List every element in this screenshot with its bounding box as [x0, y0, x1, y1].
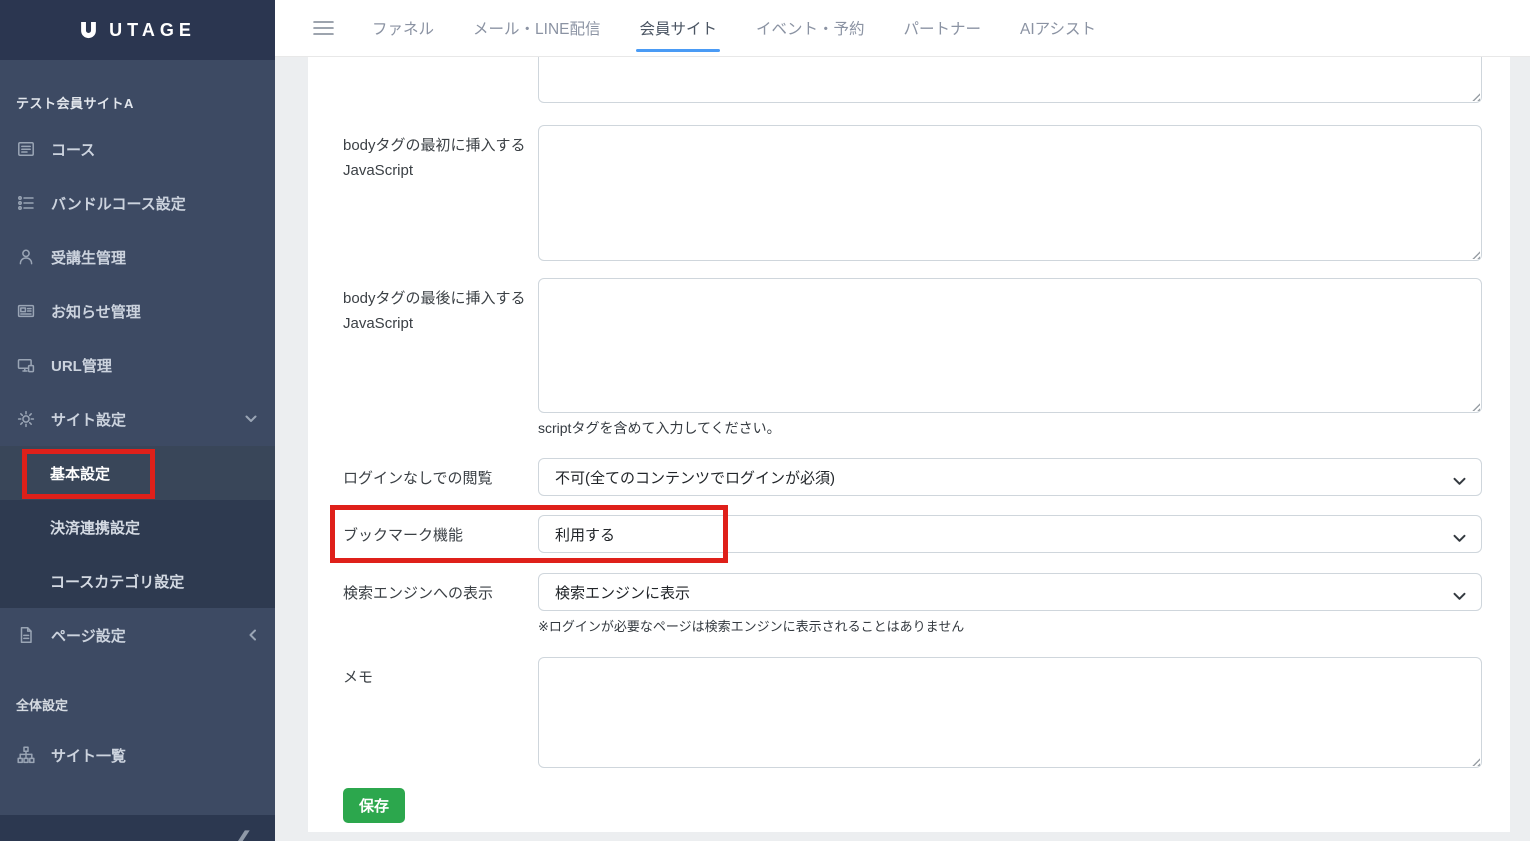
- memo-textarea[interactable]: [538, 657, 1482, 768]
- sitemap-icon: [16, 746, 36, 764]
- page-icon: [16, 626, 36, 644]
- gear-icon: [16, 410, 36, 428]
- tab-mail-line[interactable]: メール・LINE配信: [472, 11, 601, 45]
- sidebar-item-label: URL管理: [51, 355, 112, 376]
- head-js-textarea[interactable]: [538, 57, 1482, 103]
- form-row-head-js: [343, 57, 1482, 103]
- form-row-body-start-js: bodyタグの最初に挿入するJavaScript: [343, 125, 1482, 261]
- collapse-sidebar-icon: ❮: [235, 829, 253, 841]
- sidebar-item-label: サイト一覧: [51, 745, 126, 766]
- chevron-left-icon: [249, 629, 257, 641]
- body-start-js-textarea[interactable]: [538, 125, 1482, 261]
- submenu-item-course-category-settings[interactable]: コースカテゴリ設定: [0, 554, 275, 608]
- body-start-js-label: bodyタグの最初に挿入するJavaScript: [343, 125, 538, 261]
- sidebar-item-url-management[interactable]: URL管理: [0, 338, 275, 392]
- save-button[interactable]: 保存: [343, 788, 405, 823]
- body-end-js-label: bodyタグの最後に挿入するJavaScript: [343, 278, 538, 438]
- content-area: bodyタグの最初に挿入するJavaScript bodyタグの最後に挿入するJ…: [275, 57, 1530, 841]
- settings-form-card: bodyタグの最初に挿入するJavaScript bodyタグの最後に挿入するJ…: [308, 57, 1510, 832]
- sidebar-section-global-settings: 全体設定: [0, 662, 275, 714]
- form-row-body-end-js: bodyタグの最後に挿入するJavaScript scriptタグを含めて入力し…: [343, 278, 1482, 438]
- sidebar-item-label: コース: [51, 139, 95, 160]
- login-view-select[interactable]: 不可(全てのコンテンツでログインが必須): [538, 458, 1482, 496]
- chevron-down-icon: [1453, 530, 1466, 547]
- sidebar-item-label: ページ設定: [51, 625, 126, 646]
- search-engine-selected-value: 検索エンジンに表示: [555, 582, 690, 603]
- sidebar-item-site-list[interactable]: サイト一覧: [0, 728, 275, 782]
- current-site-name: テスト会員サイトA: [0, 60, 275, 112]
- sidebar-item-label: お知らせ管理: [51, 301, 141, 322]
- chevron-down-icon: [245, 415, 257, 423]
- submenu-item-payment-settings[interactable]: 決済連携設定: [0, 500, 275, 554]
- course-icon: [16, 140, 36, 158]
- tab-funnel[interactable]: ファネル: [371, 11, 435, 45]
- sidebar-nav: コース バンドルコース設定 受講生管理 お知らせ管理: [0, 122, 275, 782]
- submenu-item-label: コースカテゴリ設定: [50, 571, 184, 592]
- bundle-list-icon: [16, 194, 36, 212]
- login-view-selected-value: 不可(全てのコンテンツでログインが必須): [555, 467, 835, 488]
- app-root: UTAGE テスト会員サイトA コース バンドルコース設定 受講生管理: [0, 0, 1530, 841]
- submenu-item-label: 基本設定: [50, 463, 110, 484]
- bookmark-label: ブックマーク機能: [343, 515, 538, 553]
- search-engine-select[interactable]: 検索エンジンに表示: [538, 573, 1482, 611]
- tab-ai-assist[interactable]: AIアシスト: [1019, 11, 1097, 45]
- sidebar-item-label: バンドルコース設定: [51, 193, 186, 214]
- search-engine-hint: ※ログインが必要なページは検索エンジンに表示されることはありません: [538, 616, 1482, 635]
- user-icon: [16, 248, 36, 266]
- sidebar-item-label: サイト設定: [51, 409, 126, 430]
- sidebar-item-site-settings[interactable]: サイト設定: [0, 392, 275, 446]
- bookmark-select[interactable]: 利用する: [538, 515, 1482, 553]
- sidebar-item-announcements[interactable]: お知らせ管理: [0, 284, 275, 338]
- sidebar-item-label: 受講生管理: [51, 247, 126, 268]
- form-row-memo: メモ: [343, 657, 1482, 768]
- devices-icon: [16, 356, 36, 374]
- sidebar-item-course[interactable]: コース: [0, 122, 275, 176]
- body-end-js-hint: scriptタグを含めて入力してください。: [538, 418, 1482, 438]
- utage-logo[interactable]: UTAGE: [0, 0, 275, 60]
- memo-label: メモ: [343, 657, 538, 768]
- submenu-item-label: 決済連携設定: [50, 517, 140, 538]
- sidebar-item-students[interactable]: 受講生管理: [0, 230, 275, 284]
- utage-logo-icon: [79, 22, 98, 39]
- form-row-login-view: ログインなしでの閲覧 不可(全てのコンテンツでログインが必須): [343, 458, 1482, 496]
- utage-logo-text: UTAGE: [109, 20, 196, 41]
- form-label-empty: [343, 57, 538, 103]
- chevron-down-icon: [1453, 473, 1466, 490]
- body-end-js-textarea[interactable]: [538, 278, 1482, 413]
- login-view-label: ログインなしでの閲覧: [343, 458, 538, 496]
- site-settings-submenu: 基本設定 決済連携設定 コースカテゴリ設定: [0, 446, 275, 608]
- tab-member-site[interactable]: 会員サイト: [638, 11, 718, 45]
- sidebar: UTAGE テスト会員サイトA コース バンドルコース設定 受講生管理: [0, 0, 275, 841]
- tab-partner[interactable]: パートナー: [903, 11, 983, 45]
- sidebar-collapse-bar[interactable]: ❮: [0, 815, 275, 841]
- form-row-bookmark: ブックマーク機能 利用する: [343, 515, 1482, 553]
- menu-icon[interactable]: [313, 20, 334, 36]
- newspaper-icon: [16, 302, 36, 320]
- tab-event-booking[interactable]: イベント・予約: [755, 11, 866, 45]
- top-navigation: ファネル メール・LINE配信 会員サイト イベント・予約 パートナー AIアシ…: [275, 0, 1530, 57]
- submenu-item-basic-settings[interactable]: 基本設定: [0, 446, 275, 500]
- sidebar-item-bundle-course[interactable]: バンドルコース設定: [0, 176, 275, 230]
- chevron-down-icon: [1453, 588, 1466, 605]
- sidebar-item-page-settings[interactable]: ページ設定: [0, 608, 275, 662]
- form-row-search-engine: 検索エンジンへの表示 検索エンジンに表示 ※ログインが必要なページは検索エンジン…: [343, 573, 1482, 635]
- bookmark-selected-value: 利用する: [555, 524, 615, 545]
- main-area: ファネル メール・LINE配信 会員サイト イベント・予約 パートナー AIアシ…: [275, 0, 1530, 841]
- search-engine-label: 検索エンジンへの表示: [343, 573, 538, 635]
